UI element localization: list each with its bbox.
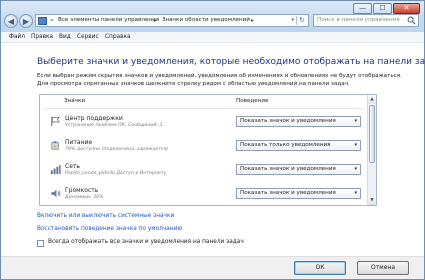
always-show-all-label[interactable]: Всегда отображать все значки и уведомлен…: [48, 239, 244, 245]
table-row: Сеть Pepito_vende_pidrillo Доступ к Инте…: [40, 161, 366, 185]
ok-button[interactable]: ОК: [294, 261, 346, 275]
behavior-select-value: Показать значок и уведомления: [240, 190, 336, 196]
row-subtitle: Pepito_vende_pidrillo Доступ к Интернету: [65, 171, 167, 176]
row-subtitle: 79% доступно (подключена, заряжается): [65, 147, 169, 152]
chevron-down-icon: ▾: [354, 142, 357, 148]
back-arrow-icon: ◀: [7, 17, 15, 26]
dialog-footer: ОК Отмена: [1, 256, 424, 279]
behavior-select[interactable]: Показать значок и уведомления ▾: [236, 164, 361, 175]
menu-help[interactable]: Справка: [105, 32, 131, 43]
row-name: Питание: [65, 139, 93, 146]
back-button[interactable]: ◀: [4, 14, 18, 28]
row-name: Центр поддержки: [65, 115, 123, 122]
close-button[interactable]: ✕: [393, 3, 420, 14]
breadcrumb-separator[interactable]: ▸: [251, 15, 254, 26]
description-line-1: Если выбран режим скрытия значков и увед…: [37, 73, 402, 79]
menu-file[interactable]: Файл: [9, 32, 25, 43]
row-name: Громкость: [65, 187, 99, 194]
list-scrollbar[interactable]: ▲ ▼: [367, 95, 376, 205]
chevron-down-icon: ▾: [354, 190, 357, 196]
maximize-button[interactable]: ☐: [373, 3, 392, 14]
address-bar[interactable]: » Все элементы панели управления ▸ Значк…: [35, 14, 309, 27]
main-content: Выберите значки и уведомления, которые н…: [1, 44, 425, 256]
row-subtitle: Динамики: 30%: [65, 195, 104, 200]
window-titlebar: — ☐ ✕ ◀ ▶ » Все элементы панели управлен…: [1, 1, 424, 32]
minimize-icon: —: [359, 4, 366, 12]
chevron-down-icon: ▾: [354, 118, 357, 124]
behavior-select[interactable]: Показать только уведомления ▾: [236, 140, 361, 151]
close-icon: ✕: [403, 4, 410, 12]
search-placeholder: Поиск в панели управления: [317, 17, 400, 23]
breadcrumb-all-items[interactable]: Все элементы панели управления: [58, 15, 159, 26]
search-icon[interactable]: [407, 16, 416, 25]
scroll-up-icon[interactable]: ▲: [368, 95, 376, 104]
maximize-icon: ☐: [379, 4, 386, 12]
scroll-thumb[interactable]: [369, 105, 375, 163]
always-show-all-checkbox[interactable]: [37, 240, 44, 247]
scroll-down-icon[interactable]: ▼: [368, 196, 376, 205]
menu-tools[interactable]: Сервис: [77, 32, 99, 43]
search-input[interactable]: Поиск в панели управления: [313, 14, 419, 27]
breadcrumb-separator[interactable]: »: [50, 15, 54, 26]
battery-icon: [51, 141, 59, 150]
control-panel-icon: [38, 17, 47, 25]
column-header-behavior: Поведение: [236, 98, 269, 104]
minimize-button[interactable]: —: [353, 3, 372, 14]
breadcrumb-separator[interactable]: ▸: [154, 15, 157, 26]
behavior-select-value: Показать значок и уведомления: [240, 166, 336, 172]
menu-bar: Файл Правка Вид Сервис Справка: [1, 32, 424, 43]
row-name: Сеть: [65, 163, 80, 170]
header-divider: [44, 108, 364, 109]
chevron-down-icon: ▾: [354, 166, 357, 172]
refresh-icon[interactable]: ↻: [296, 16, 307, 25]
table-row: Громкость Динамики: 30% Показать значок …: [40, 185, 366, 205]
network-icon: [50, 164, 61, 175]
behavior-select[interactable]: Показать значок и уведомления ▾: [236, 188, 361, 199]
behavior-select-value: Показать только уведомления: [240, 142, 331, 148]
control-panel-window: — ☐ ✕ ◀ ▶ » Все элементы панели управлен…: [0, 0, 425, 280]
restore-defaults-link[interactable]: Восстановить поведение значка по умолчан…: [37, 226, 182, 232]
forward-arrow-icon: ▶: [22, 17, 30, 26]
system-icons-link[interactable]: Включить или выключить системные значки: [37, 213, 174, 219]
behavior-select[interactable]: Показать значок и уведомления ▾: [236, 116, 361, 127]
address-dropdown-icon[interactable]: ▾: [291, 15, 294, 26]
forward-button[interactable]: ▶: [19, 14, 33, 28]
menu-edit[interactable]: Правка: [31, 32, 53, 43]
table-row: Центр поддержки Устранение проблем ПК: С…: [40, 113, 366, 137]
page-title: Выберите значки и уведомления, которые н…: [37, 57, 425, 67]
cancel-button[interactable]: Отмена: [357, 261, 409, 275]
breadcrumb-notification-icons[interactable]: Значки области уведомлений: [162, 15, 250, 26]
description-line-2: Для просмотра спрятанных значков щелкнит…: [37, 81, 350, 87]
row-subtitle: Устранение проблем ПК: Сообщений: 3: [65, 123, 163, 128]
column-header-icons: Значки: [64, 98, 85, 104]
table-row: Питание 79% доступно (подключена, заряжа…: [40, 137, 366, 161]
behavior-select-value: Показать значок и уведомления: [240, 118, 336, 124]
speaker-icon: [51, 189, 61, 198]
menu-view[interactable]: Вид: [59, 32, 71, 43]
notification-icons-list: Значки Поведение Центр поддержки Устране…: [39, 94, 377, 206]
flag-icon: [51, 116, 60, 127]
